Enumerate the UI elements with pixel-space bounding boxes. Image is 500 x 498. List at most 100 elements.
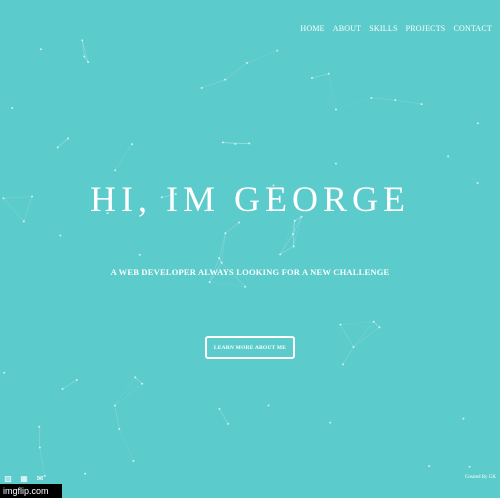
network-link <box>41 49 84 56</box>
network-node <box>56 146 59 149</box>
github-icon[interactable]: ▧ <box>4 474 12 483</box>
network-link <box>218 233 226 259</box>
network-node <box>234 142 237 145</box>
network-node <box>87 61 90 64</box>
network-link <box>335 97 372 110</box>
network-link <box>311 77 337 110</box>
network-node <box>292 245 295 248</box>
network-link <box>342 346 354 365</box>
network-link <box>395 99 422 105</box>
network-link <box>340 324 380 328</box>
network-node <box>341 363 344 366</box>
network-link <box>340 324 344 365</box>
network-link <box>57 138 69 148</box>
network-node <box>39 48 42 51</box>
network-node <box>279 253 282 256</box>
network-node <box>38 425 41 428</box>
network-link <box>38 426 41 448</box>
network-node <box>132 459 135 462</box>
network-link <box>292 234 295 247</box>
network-node <box>208 281 211 284</box>
mail-icon[interactable]: ✉ <box>36 474 44 483</box>
nav-about-link[interactable]: ABOUT <box>333 24 362 33</box>
network-link <box>225 62 248 80</box>
linkedin-icon[interactable]: ▦ <box>20 474 28 483</box>
network-node <box>420 103 423 106</box>
network-node <box>468 465 471 468</box>
network-node <box>428 465 431 468</box>
network-node <box>141 382 144 385</box>
network-node <box>334 162 337 165</box>
network-link <box>340 324 354 348</box>
network-node <box>246 61 249 64</box>
network-link <box>134 377 143 384</box>
particle-network-background <box>2 39 479 477</box>
network-node <box>244 285 247 288</box>
network-node <box>327 72 330 75</box>
network-link <box>44 473 86 477</box>
network-node <box>276 49 279 52</box>
network-node <box>200 86 203 89</box>
network-node <box>248 142 251 145</box>
imgflip-watermark: imgflip.com <box>0 484 62 498</box>
network-node <box>67 137 70 140</box>
hero-subtitle: A WEB DEVELOPER ALWAYS LOOKING FOR A NEW… <box>110 267 390 277</box>
network-link <box>201 79 226 89</box>
network-link <box>23 221 61 236</box>
network-node <box>75 379 78 382</box>
nav-home-link[interactable]: HOME <box>300 24 324 33</box>
network-node <box>218 407 221 410</box>
network-link <box>311 73 329 79</box>
social-links: ▧ ▦ ✉ <box>4 474 44 483</box>
network-node <box>339 323 342 326</box>
network-node <box>113 404 116 407</box>
network-link <box>277 51 312 78</box>
network-node <box>221 141 224 144</box>
network-link <box>119 428 134 461</box>
network-link <box>114 405 120 430</box>
network-node <box>372 320 375 323</box>
nav-skills-link[interactable]: SKILLS <box>369 24 397 33</box>
network-link <box>39 389 62 427</box>
network-node <box>138 253 141 256</box>
network-node <box>311 76 314 79</box>
network-node <box>84 472 87 475</box>
network-node <box>352 345 355 348</box>
network-link <box>219 408 229 424</box>
network-node <box>224 78 227 81</box>
network-node <box>11 106 14 109</box>
hero-title: HI, IM GEORGE <box>90 179 410 219</box>
network-link <box>114 143 133 171</box>
nav-contact-link[interactable]: CONTACT <box>453 24 492 33</box>
network-link <box>279 233 294 255</box>
network-node <box>134 376 137 379</box>
network-link <box>279 220 295 255</box>
network-link <box>246 50 278 64</box>
network-link <box>373 321 380 328</box>
network-link <box>82 40 89 63</box>
landing-page: HOME ABOUT SKILLS PROJECTS CONTACT HI, I… <box>0 0 500 498</box>
network-node <box>3 371 6 374</box>
footer-credit: Created By GK <box>464 475 496 480</box>
network-node <box>227 422 230 425</box>
network-node <box>220 261 223 264</box>
network-node <box>81 39 84 42</box>
network-node <box>38 446 41 449</box>
network-link <box>448 123 478 156</box>
network-node <box>447 155 450 158</box>
network-node <box>22 220 25 223</box>
network-node <box>131 143 134 146</box>
network-node <box>334 108 337 111</box>
nav-projects-link[interactable]: PROJECTS <box>406 24 446 33</box>
top-nav: HOME ABOUT SKILLS PROJECTS CONTACT <box>300 24 492 33</box>
learn-more-button[interactable]: LEARN MORE ABOUT ME <box>205 336 295 359</box>
network-node <box>291 233 294 236</box>
network-link <box>81 40 85 57</box>
network-node <box>114 169 117 172</box>
network-node <box>293 219 296 222</box>
network-node <box>238 221 241 224</box>
network-link <box>209 281 246 288</box>
network-node <box>43 474 46 477</box>
network-node <box>218 257 221 260</box>
network-node <box>61 388 64 391</box>
